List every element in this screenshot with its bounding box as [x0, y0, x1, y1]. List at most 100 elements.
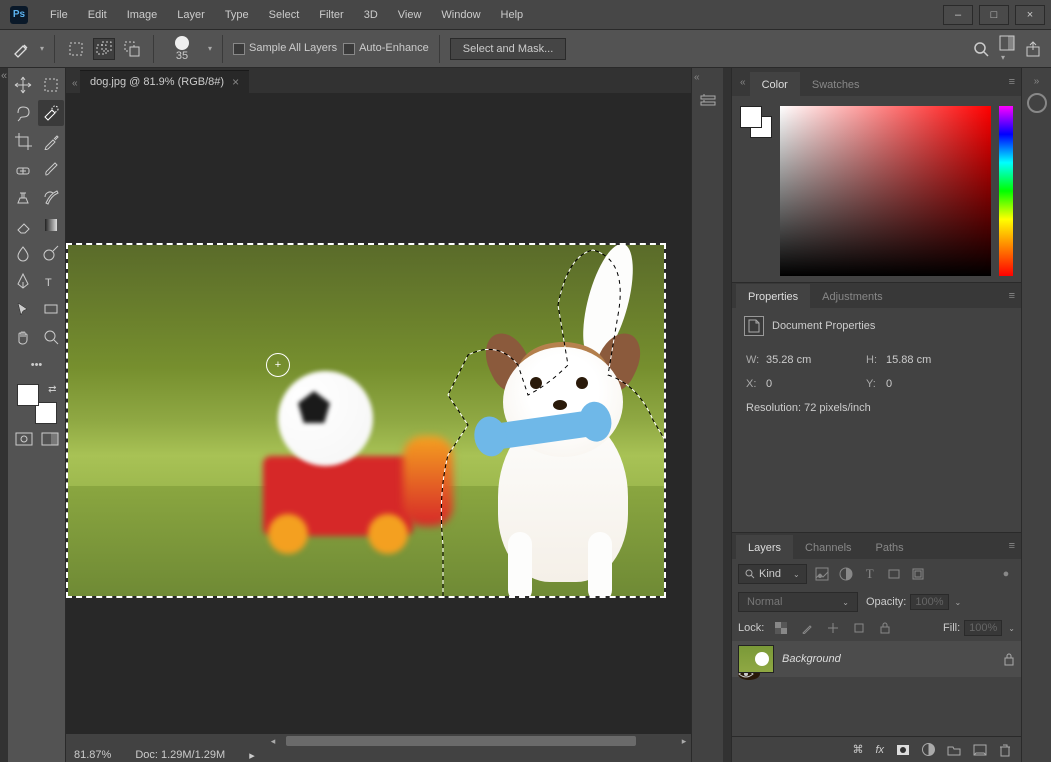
layer-fx-icon[interactable]: fx: [875, 744, 884, 756]
foreground-swatch[interactable]: [17, 384, 39, 406]
blend-mode-select[interactable]: Normal⌄: [738, 592, 858, 612]
pen-tool-icon[interactable]: [10, 268, 36, 294]
scroll-right-icon[interactable]: ▸: [677, 734, 691, 748]
menu-type[interactable]: Type: [215, 0, 259, 30]
layer-lock-icon[interactable]: [1003, 652, 1015, 666]
swap-colors-icon[interactable]: ⇄: [48, 384, 56, 395]
history-panel-icon[interactable]: [694, 87, 722, 115]
panel-menu-icon[interactable]: ≡: [1009, 540, 1015, 552]
brush-chevron-icon[interactable]: ▾: [208, 44, 212, 53]
brush-picker[interactable]: 35: [164, 36, 200, 62]
crop-tool-icon[interactable]: [10, 128, 36, 154]
panel-color-swatches[interactable]: [740, 106, 772, 272]
menu-file[interactable]: File: [40, 0, 78, 30]
document-tab[interactable]: dog.jpg @ 81.9% (RGB/8#) ×: [80, 70, 249, 93]
tab-swatches[interactable]: Swatches: [800, 72, 872, 96]
filter-pixel-icon[interactable]: [813, 565, 831, 583]
brush-tool-icon[interactable]: [38, 156, 64, 182]
sample-all-layers-checkbox[interactable]: Sample All Layers: [233, 42, 337, 54]
share-icon[interactable]: [1025, 41, 1041, 57]
layer-mask-icon[interactable]: [896, 744, 910, 756]
filter-adjustment-icon[interactable]: [837, 565, 855, 583]
lock-pixels-icon[interactable]: [798, 619, 816, 637]
hue-slider[interactable]: [999, 106, 1013, 276]
scroll-left-icon[interactable]: ◂: [266, 734, 280, 748]
rectangle-tool-icon[interactable]: [38, 296, 64, 322]
minimize-button[interactable]: –: [943, 5, 973, 25]
active-tool-icon[interactable]: [10, 38, 32, 60]
status-chevron-icon[interactable]: ▸: [249, 749, 255, 762]
fg-color-swatch[interactable]: [740, 106, 762, 128]
tab-collapse-icon[interactable]: «: [72, 78, 80, 93]
zoom-tool-icon[interactable]: [38, 324, 64, 350]
layer-thumbnail[interactable]: [738, 645, 774, 673]
tab-channels[interactable]: Channels: [793, 535, 863, 559]
menu-edit[interactable]: Edit: [78, 0, 117, 30]
menu-filter[interactable]: Filter: [309, 0, 353, 30]
auto-enhance-checkbox[interactable]: Auto-Enhance: [343, 42, 429, 54]
tab-properties[interactable]: Properties: [736, 284, 810, 308]
filter-type-icon[interactable]: T: [861, 565, 879, 583]
lock-artboard-icon[interactable]: [850, 619, 868, 637]
menu-image[interactable]: Image: [117, 0, 168, 30]
eraser-tool-icon[interactable]: [10, 212, 36, 238]
new-layer-icon[interactable]: [973, 744, 987, 756]
move-tool-icon[interactable]: [10, 72, 36, 98]
filter-toggle-icon[interactable]: ●: [997, 565, 1015, 583]
marquee-tool-icon[interactable]: [38, 72, 64, 98]
menu-help[interactable]: Help: [491, 0, 534, 30]
cc-libraries-icon[interactable]: [1027, 93, 1047, 113]
panel-menu-icon[interactable]: ≡: [1009, 290, 1015, 302]
tab-adjustments[interactable]: Adjustments: [810, 284, 895, 308]
new-selection-icon[interactable]: [65, 38, 87, 60]
menu-layer[interactable]: Layer: [167, 0, 215, 30]
close-button[interactable]: ×: [1015, 5, 1045, 25]
tab-paths[interactable]: Paths: [864, 535, 916, 559]
delete-layer-icon[interactable]: [999, 743, 1011, 757]
lock-all-icon[interactable]: [876, 619, 894, 637]
workspace-icon[interactable]: ▾: [999, 35, 1015, 63]
menu-view[interactable]: View: [388, 0, 432, 30]
menu-select[interactable]: Select: [259, 0, 310, 30]
edit-toolbar-icon[interactable]: •••: [17, 352, 57, 378]
group-icon[interactable]: [947, 744, 961, 756]
tab-color[interactable]: Color: [750, 72, 800, 96]
maximize-button[interactable]: □: [979, 5, 1009, 25]
path-selection-tool-icon[interactable]: [10, 296, 36, 322]
add-to-selection-icon[interactable]: [93, 38, 115, 60]
layer-name[interactable]: Background: [782, 653, 841, 665]
doc-size[interactable]: Doc: 1.29M/1.29M: [135, 749, 225, 761]
lock-transparency-icon[interactable]: [772, 619, 790, 637]
opacity-value[interactable]: 100%: [910, 594, 948, 610]
hand-tool-icon[interactable]: [10, 324, 36, 350]
history-brush-tool-icon[interactable]: [38, 184, 64, 210]
select-and-mask-button[interactable]: Select and Mask...: [450, 38, 567, 60]
link-layers-icon[interactable]: ⌘: [852, 743, 863, 756]
scroll-thumb[interactable]: [286, 736, 636, 746]
quick-selection-tool-icon[interactable]: [38, 100, 64, 126]
filter-shape-icon[interactable]: [885, 565, 903, 583]
color-field[interactable]: [780, 106, 991, 276]
layer-filter-kind[interactable]: Kind⌄: [738, 564, 807, 584]
horizontal-scrollbar[interactable]: ◂ ▸: [66, 734, 691, 748]
filter-smart-icon[interactable]: [909, 565, 927, 583]
clone-stamp-tool-icon[interactable]: [10, 184, 36, 210]
layer-row-background[interactable]: Background: [732, 641, 1021, 677]
quick-mask-icon[interactable]: [14, 430, 34, 448]
fill-value[interactable]: 100%: [964, 620, 1002, 636]
tab-close-icon[interactable]: ×: [232, 75, 239, 89]
tab-layers[interactable]: Layers: [736, 535, 793, 559]
type-tool-icon[interactable]: T: [38, 268, 64, 294]
search-icon[interactable]: [973, 41, 989, 57]
menu-3d[interactable]: 3D: [354, 0, 388, 30]
menu-window[interactable]: Window: [431, 0, 490, 30]
subtract-from-selection-icon[interactable]: [121, 38, 143, 60]
color-swatches[interactable]: ⇄: [17, 384, 57, 424]
canvas[interactable]: + ◂ ▸ 81.87% Doc: 1.29M/1.29M ▸: [66, 93, 691, 762]
zoom-level[interactable]: 81.87%: [74, 749, 111, 761]
healing-brush-tool-icon[interactable]: [10, 156, 36, 182]
dodge-tool-icon[interactable]: [38, 240, 64, 266]
panel-menu-icon[interactable]: ≡: [1009, 76, 1015, 88]
lasso-tool-icon[interactable]: [10, 100, 36, 126]
blur-tool-icon[interactable]: [10, 240, 36, 266]
